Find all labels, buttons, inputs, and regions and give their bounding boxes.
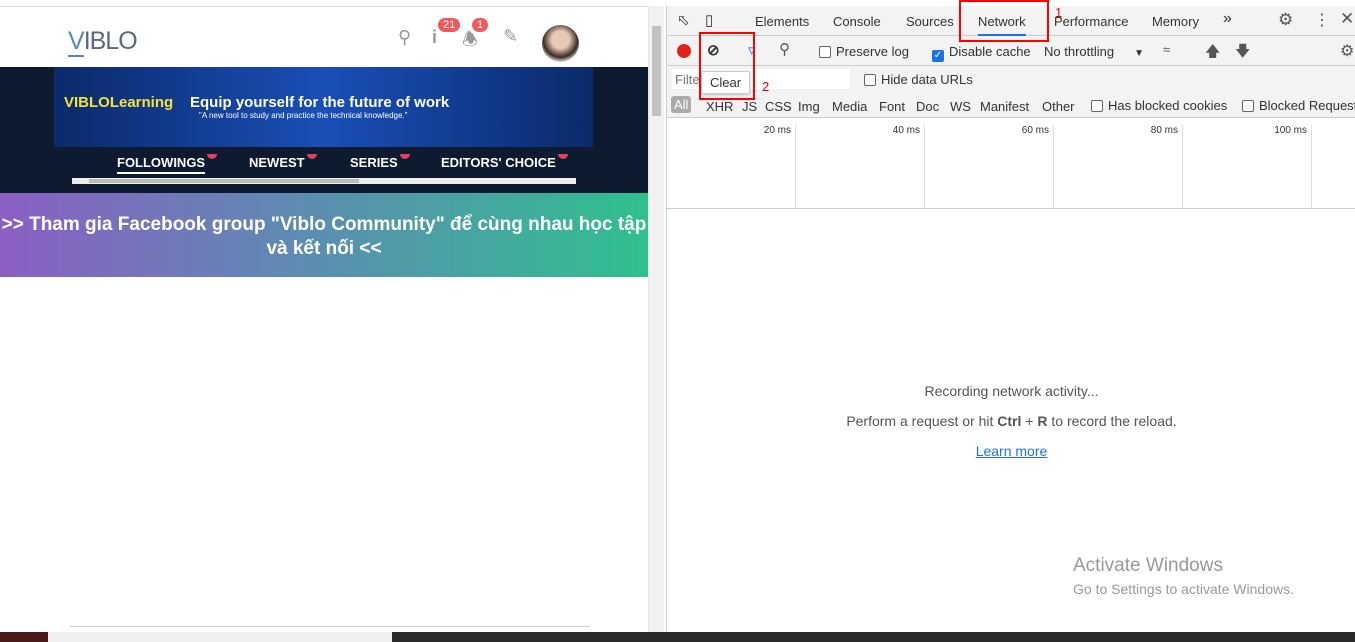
ctrl-key: Ctrl xyxy=(997,413,1022,429)
header-nav: VIBLOLearning Equip yourself for the fut… xyxy=(0,67,648,193)
tabs-scrollbar[interactable] xyxy=(72,178,576,184)
kebab-menu-icon[interactable]: ⋮ xyxy=(1314,10,1330,30)
throttling-select[interactable]: No throttling ▼ xyxy=(1044,44,1144,59)
activate-windows-title: Activate Windows xyxy=(1073,555,1223,576)
more-tabs-icon[interactable]: » xyxy=(1223,10,1232,28)
tick-40ms: 40 ms xyxy=(796,125,925,209)
learn-more-link[interactable]: Learn more xyxy=(976,443,1048,459)
page-scrollbar[interactable] xyxy=(648,6,664,632)
type-manifest[interactable]: Manifest xyxy=(980,99,1029,114)
tab-sources[interactable]: Sources xyxy=(906,14,954,29)
hide-data-urls-label: Hide data URLs xyxy=(881,72,973,87)
type-xhr[interactable]: XHR xyxy=(706,99,733,114)
export-har-icon[interactable]: 🡇 xyxy=(1235,41,1250,66)
pencil-icon[interactable]: ✎ xyxy=(503,26,518,47)
type-doc[interactable]: Doc xyxy=(916,99,939,114)
type-js[interactable]: JS xyxy=(742,99,757,114)
banner-subtitle: "A new tool to study and practice the te… xyxy=(199,111,408,120)
windows-taskbar[interactable] xyxy=(0,632,1355,642)
type-media[interactable]: Media xyxy=(832,99,867,114)
type-font[interactable]: Font xyxy=(879,99,905,114)
annotation-label-1: 1 xyxy=(1055,5,1063,20)
taskbar-search[interactable] xyxy=(48,632,392,642)
tab-memory[interactable]: Memory xyxy=(1152,14,1199,29)
record-button[interactable] xyxy=(677,44,691,58)
has-blocked-label: Has blocked cookies xyxy=(1108,98,1228,113)
type-other[interactable]: Other xyxy=(1042,99,1075,114)
hint-text: Perform a request or hit xyxy=(846,413,998,429)
network-settings-icon[interactable]: ⚙ xyxy=(1340,41,1354,61)
filter-row: Hide data URLs xyxy=(667,66,1355,92)
banner-brand: VIBLOLearning xyxy=(64,94,174,111)
tab-followings[interactable]: FOLLOWINGS xyxy=(117,154,218,174)
info-icon[interactable]: i xyxy=(432,27,437,48)
throttling-value: No throttling xyxy=(1044,44,1115,59)
start-button[interactable] xyxy=(0,632,48,642)
viblo-logo[interactable]: VIBLO xyxy=(68,27,138,57)
tab-elements[interactable]: Elements xyxy=(755,14,809,29)
annotation-box-clear xyxy=(699,32,755,100)
network-conditions-icon[interactable]: ≈ xyxy=(1163,42,1170,57)
close-icon[interactable]: ✕ xyxy=(1340,9,1354,29)
tab-performance[interactable]: Performance xyxy=(1054,14,1128,29)
disable-cache-checkbox[interactable]: ✓ Disable cache xyxy=(932,44,1031,62)
search-icon[interactable]: ⚲ xyxy=(398,27,411,48)
activate-windows-subtitle: Go to Settings to activate Windows. xyxy=(1073,581,1294,597)
hint-text-end: to record the reload. xyxy=(1047,413,1177,429)
inspect-icon[interactable]: ⬁ xyxy=(677,11,690,29)
recording-status: Recording network activity... xyxy=(924,383,1099,399)
avatar[interactable] xyxy=(542,25,579,62)
type-ws[interactable]: WS xyxy=(950,99,971,114)
tab-newest[interactable]: NEWEST xyxy=(249,154,317,170)
tab-series[interactable]: SERIES xyxy=(350,154,410,170)
search-icon[interactable]: ⚲ xyxy=(779,40,790,58)
tick-80ms: 80 ms xyxy=(1054,125,1183,209)
tab-editors-choice[interactable]: EDITORS' CHOICE xyxy=(441,154,568,170)
divider xyxy=(70,626,590,627)
type-css[interactable]: CSS xyxy=(765,99,792,114)
blocked-requests-label: Blocked Requests xyxy=(1259,98,1355,113)
promo-banner[interactable]: VIBLOLearning Equip yourself for the fut… xyxy=(54,67,593,147)
import-har-icon[interactable]: 🡅 xyxy=(1205,41,1220,66)
preserve-log-checkbox[interactable]: Preserve log xyxy=(819,44,909,59)
disable-cache-label: Disable cache xyxy=(949,44,1031,59)
type-img[interactable]: Img xyxy=(798,99,820,114)
facebook-group-banner[interactable]: >> Tham gia Facebook group "Viblo Commun… xyxy=(0,193,648,277)
preserve-log-label: Preserve log xyxy=(836,44,909,59)
overview-divider xyxy=(667,208,1355,209)
tick-20ms: 20 ms xyxy=(667,125,796,209)
type-all[interactable]: All xyxy=(671,96,692,113)
tick-100ms: 100 ms xyxy=(1183,125,1312,209)
settings-icon[interactable]: ⚙ xyxy=(1278,10,1293,30)
r-key: R xyxy=(1037,413,1048,429)
devtools-panel: ⬁ ▯ Elements Console Sources Network Per… xyxy=(666,6,1355,632)
hide-data-urls-checkbox[interactable]: Hide data URLs xyxy=(864,72,973,87)
annotation-label-2: 2 xyxy=(762,79,770,94)
notification-badge: 1 xyxy=(472,18,489,32)
banner-title: Equip yourself for the future of work xyxy=(190,94,450,111)
annotation-box-network xyxy=(959,0,1049,42)
reload-hint: Perform a request or hit Ctrl + R to rec… xyxy=(667,413,1355,429)
hint-plus: + xyxy=(1021,413,1038,429)
has-blocked-cookies-checkbox[interactable]: Has blocked cookies xyxy=(1091,98,1227,113)
device-toggle-icon[interactable]: ▯ xyxy=(705,11,713,29)
blocked-requests-checkbox[interactable]: Blocked Requests xyxy=(1242,98,1355,113)
tab-console[interactable]: Console xyxy=(833,14,881,29)
type-filter-row: All XHR JS CSS Img Media Font Doc WS Man… xyxy=(667,92,1355,118)
tick-60ms: 60 ms xyxy=(925,125,1054,209)
info-badge: 21 xyxy=(438,18,461,32)
